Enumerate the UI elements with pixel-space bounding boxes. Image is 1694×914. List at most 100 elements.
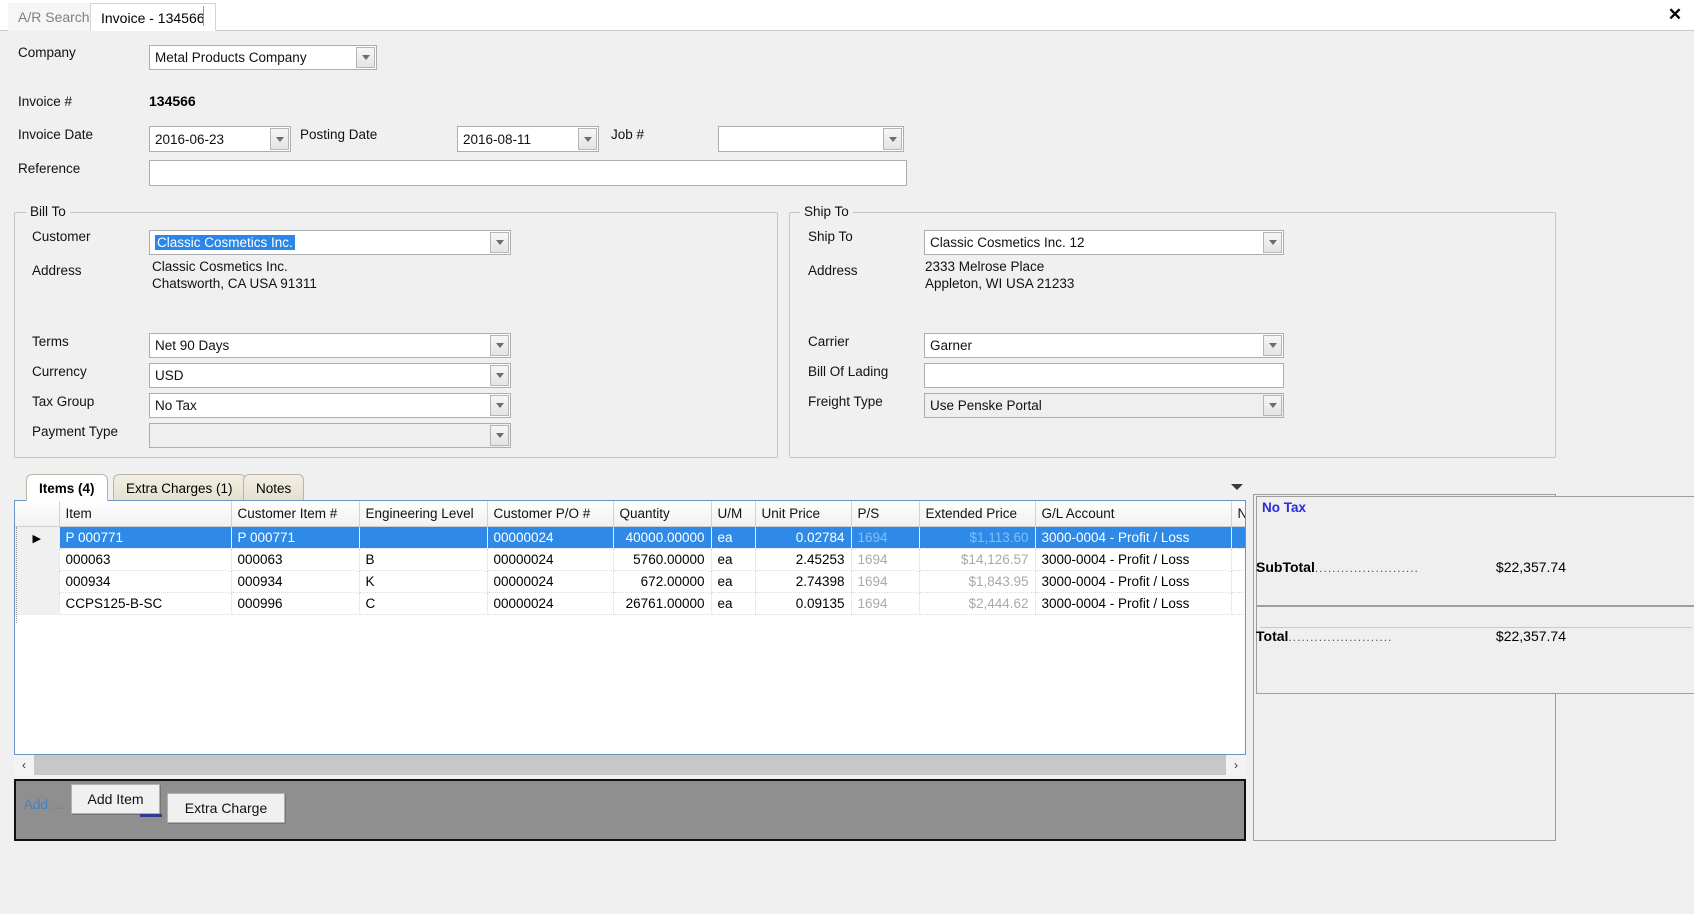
subtotal-row: SubTotal ........................ $22,35… — [1256, 559, 1566, 575]
cell-next — [1231, 570, 1245, 593]
subtotal-dots: ........................ — [1314, 561, 1419, 575]
chevron-down-icon[interactable] — [490, 425, 509, 446]
invoice-date-picker[interactable]: 2016-06-23 — [149, 126, 291, 152]
chevron-down-icon[interactable] — [883, 128, 902, 150]
cell-extended-price: $14,126.57 — [919, 548, 1036, 571]
ship-to-dropdown[interactable]: Classic Cosmetics Inc. 12 — [924, 230, 1284, 255]
tab-items[interactable]: Items (4) — [26, 474, 108, 501]
currency-dropdown[interactable]: USD — [149, 363, 511, 388]
cell-um: ea — [711, 548, 756, 571]
carrier-dropdown[interactable]: Garner — [924, 333, 1284, 358]
cell-next — [1231, 548, 1245, 571]
th-ps[interactable]: P/S — [851, 501, 920, 527]
cell-item: CCPS125-B-SC — [59, 592, 232, 615]
terms-value: Net 90 Days — [155, 338, 230, 353]
th-row-indicator — [15, 501, 60, 527]
cell-gl-account: 3000-0004 - Profit / Loss — [1035, 548, 1232, 571]
total-dots: ........................ — [1288, 630, 1393, 644]
ship-to-title: Ship To — [800, 204, 853, 219]
customer-dropdown[interactable]: Classic Cosmetics Inc. — [149, 230, 511, 255]
chevron-down-icon[interactable] — [1263, 395, 1282, 416]
chevron-down-icon[interactable] — [490, 395, 509, 416]
extra-charge-button[interactable]: Extra Charge — [167, 793, 285, 823]
cell-unit-price: 0.09135 — [755, 592, 852, 615]
scroll-thumb[interactable] — [34, 755, 1144, 775]
chevron-down-icon[interactable] — [490, 365, 509, 386]
th-quantity[interactable]: Quantity — [613, 501, 712, 527]
tax-group-dropdown[interactable]: No Tax — [149, 393, 511, 418]
items-table-body: ▶ P 000771 P 000771 00000024 40000.00000… — [15, 526, 1245, 615]
company-dropdown[interactable]: Metal Products Company — [149, 45, 377, 70]
items-table-header-row: Item Customer Item # Engineering Level C… — [15, 501, 1245, 527]
posting-date-label: Posting Date — [300, 127, 378, 142]
add-item-active-underline — [140, 814, 162, 817]
terms-label: Terms — [32, 334, 69, 349]
table-row[interactable]: ▶ P 000771 P 000771 00000024 40000.00000… — [15, 526, 1245, 549]
company-value: Metal Products Company — [155, 50, 307, 65]
posting-date-picker[interactable]: 2016-08-11 — [457, 126, 599, 152]
th-unit-price[interactable]: Unit Price — [755, 501, 852, 527]
bill-to-address-value: Classic Cosmetics Inc. Chatsworth, CA US… — [152, 259, 317, 291]
tab-invoice[interactable]: Invoice - 134566 — [90, 3, 216, 31]
tab-notes[interactable]: Notes — [243, 474, 305, 501]
th-um[interactable]: U/M — [711, 501, 756, 527]
th-customer-po[interactable]: Customer P/O # — [487, 501, 614, 527]
grid-horizontal-scrollbar[interactable]: ‹ › — [14, 755, 1246, 775]
th-extended-price[interactable]: Extended Price — [919, 501, 1036, 527]
total-label: Total — [1256, 628, 1289, 644]
cell-um: ea — [711, 570, 756, 593]
cell-unit-price: 0.02784 — [755, 526, 852, 549]
tab-ar-search-label: A/R Search — [18, 9, 90, 25]
add-link[interactable]: Add ... — [24, 797, 63, 812]
bill-to-title: Bill To — [26, 204, 70, 219]
chevron-down-icon[interactable] — [490, 232, 509, 253]
panel-expand-chevron-down-icon[interactable] — [1231, 484, 1243, 490]
freight-type-value: Use Penske Portal — [930, 398, 1042, 413]
tab-invoice-label: Invoice - 134566 — [101, 9, 205, 26]
tab-notes-label: Notes — [256, 480, 292, 496]
table-row[interactable]: 000063 000063 B 00000024 5760.00000 ea 2… — [15, 548, 1245, 571]
scroll-right-icon[interactable]: › — [1226, 755, 1246, 775]
add-item-button[interactable]: Add Item — [71, 784, 160, 814]
cell-quantity: 672.00000 — [613, 570, 712, 593]
chevron-down-icon[interactable] — [1263, 335, 1282, 356]
payment-type-dropdown[interactable] — [149, 423, 511, 448]
chevron-down-icon[interactable] — [578, 128, 597, 150]
ship-to-address-value: 2333 Melrose Place Appleton, WI USA 2123… — [925, 259, 1075, 291]
reference-input[interactable] — [149, 160, 907, 186]
bill-of-lading-input[interactable] — [924, 363, 1284, 388]
items-grid[interactable]: Item Customer Item # Engineering Level C… — [14, 500, 1246, 755]
job-number-label: Job # — [611, 127, 645, 142]
chevron-down-icon[interactable] — [1263, 232, 1282, 253]
invoice-number-label: Invoice # — [18, 94, 73, 109]
th-item[interactable]: Item — [59, 501, 232, 527]
cell-gl-account: 3000-0004 - Profit / Loss — [1035, 592, 1232, 615]
cell-engineering-level: B — [359, 548, 488, 571]
tab-extra-charges[interactable]: Extra Charges (1) — [113, 474, 246, 501]
freight-type-dropdown[interactable]: Use Penske Portal — [924, 393, 1284, 418]
chevron-down-icon[interactable] — [356, 47, 375, 68]
scroll-left-icon[interactable]: ‹ — [14, 755, 34, 775]
terms-dropdown[interactable]: Net 90 Days — [149, 333, 511, 358]
chevron-down-icon[interactable] — [490, 335, 509, 356]
ship-to-value: Classic Cosmetics Inc. 12 — [930, 235, 1085, 250]
extra-charge-label: Extra Charge — [184, 800, 268, 816]
table-row[interactable]: 000934 000934 K 00000024 672.00000 ea 2.… — [15, 570, 1245, 593]
cell-extended-price: $2,444.62 — [919, 592, 1036, 615]
close-icon[interactable]: ✕ — [1664, 4, 1686, 26]
cell-customer-po: 00000024 — [487, 570, 614, 593]
th-engineering-level[interactable]: Engineering Level — [359, 501, 488, 527]
th-gl-account[interactable]: G/L Account — [1035, 501, 1232, 527]
th-customer-item[interactable]: Customer Item # — [231, 501, 360, 527]
cell-item: 000934 — [59, 570, 232, 593]
total-value: $22,357.74 — [1495, 628, 1566, 644]
reference-label: Reference — [18, 161, 81, 176]
cell-engineering-level — [359, 526, 488, 549]
table-row[interactable]: CCPS125-B-SC 000996 C 00000024 26761.000… — [15, 592, 1245, 615]
cell-quantity: 26761.00000 — [613, 592, 712, 615]
job-number-dropdown[interactable] — [718, 126, 904, 152]
th-next-col[interactable]: N — [1231, 501, 1245, 527]
bill-to-address-label: Address — [32, 263, 82, 278]
chevron-down-icon[interactable] — [270, 128, 289, 150]
tab-ar-search[interactable]: A/R Search — [8, 3, 100, 31]
